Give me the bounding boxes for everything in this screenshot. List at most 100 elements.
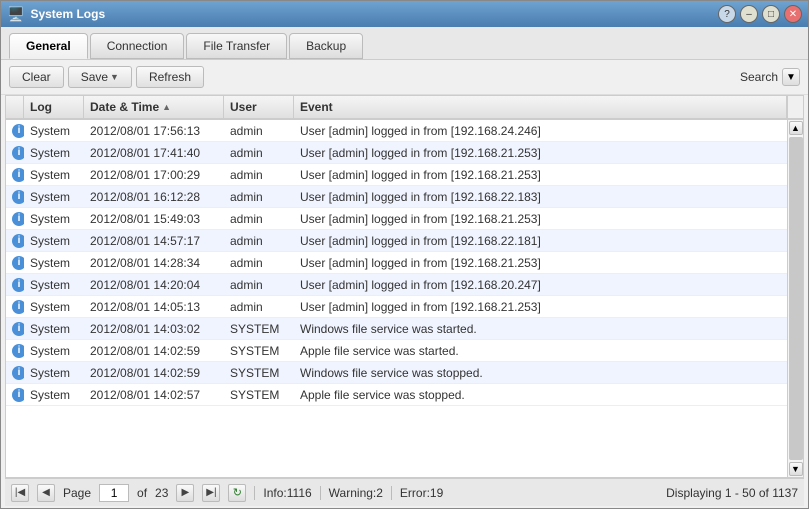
refresh-status-button[interactable]: ↻ bbox=[228, 484, 246, 502]
clear-button[interactable]: Clear bbox=[9, 66, 64, 88]
header-datetime[interactable]: Date & Time ▲ bbox=[84, 96, 224, 118]
cell-datetime: 2012/08/01 15:49:03 bbox=[84, 208, 224, 229]
table-row[interactable]: i System 2012/08/01 14:28:34 admin User … bbox=[6, 252, 787, 274]
page-of-label: of bbox=[137, 486, 147, 500]
save-button[interactable]: Save ▼ bbox=[68, 66, 132, 88]
table-row[interactable]: i System 2012/08/01 14:02:59 SYSTEM Wind… bbox=[6, 362, 787, 384]
table-row[interactable]: i System 2012/08/01 14:05:13 admin User … bbox=[6, 296, 787, 318]
table-row[interactable]: i System 2012/08/01 14:20:04 admin User … bbox=[6, 274, 787, 296]
tab-connection[interactable]: Connection bbox=[90, 33, 185, 59]
cell-user: admin bbox=[224, 252, 294, 273]
info-icon: i bbox=[12, 256, 24, 270]
separator-1 bbox=[254, 486, 255, 500]
cell-event: User [admin] logged in from [192.168.22.… bbox=[294, 230, 787, 251]
table-header: Log Date & Time ▲ User Event bbox=[6, 96, 803, 120]
table-row[interactable]: i System 2012/08/01 14:57:17 admin User … bbox=[6, 230, 787, 252]
cell-log: System bbox=[24, 318, 84, 339]
cell-event: User [admin] logged in from [192.168.24.… bbox=[294, 120, 787, 141]
title-bar-left: 🖥️ System Logs bbox=[7, 6, 105, 23]
cell-icon: i bbox=[6, 384, 24, 405]
search-label: Search bbox=[740, 70, 778, 84]
header-user[interactable]: User bbox=[224, 96, 294, 118]
table-row[interactable]: i System 2012/08/01 14:02:57 SYSTEM Appl… bbox=[6, 384, 787, 406]
cell-icon: i bbox=[6, 120, 24, 141]
table-row[interactable]: i System 2012/08/01 17:00:29 admin User … bbox=[6, 164, 787, 186]
display-range: Displaying 1 - 50 of 1137 bbox=[666, 486, 798, 500]
cell-user: admin bbox=[224, 186, 294, 207]
cell-icon: i bbox=[6, 318, 24, 339]
scroll-up-button[interactable]: ▲ bbox=[789, 121, 803, 135]
cell-log: System bbox=[24, 362, 84, 383]
table-row[interactable]: i System 2012/08/01 17:41:40 admin User … bbox=[6, 142, 787, 164]
separator-3 bbox=[391, 486, 392, 500]
table-row[interactable]: i System 2012/08/01 15:49:03 admin User … bbox=[6, 208, 787, 230]
scroll-down-button[interactable]: ▼ bbox=[789, 462, 803, 476]
info-icon: i bbox=[12, 366, 24, 380]
table-row[interactable]: i System 2012/08/01 16:12:28 admin User … bbox=[6, 186, 787, 208]
scroll-thumb[interactable] bbox=[789, 137, 803, 460]
first-page-button[interactable]: |◀ bbox=[11, 484, 29, 502]
minimize-button[interactable]: – bbox=[740, 5, 758, 23]
search-toggle-button[interactable]: ▼ bbox=[782, 68, 800, 86]
table-row[interactable]: i System 2012/08/01 14:03:02 SYSTEM Wind… bbox=[6, 318, 787, 340]
error-count: Error:19 bbox=[400, 486, 443, 500]
cell-event: User [admin] logged in from [192.168.21.… bbox=[294, 164, 787, 185]
refresh-button[interactable]: Refresh bbox=[136, 66, 204, 88]
header-log[interactable]: Log bbox=[24, 96, 84, 118]
scrollbar-header-spacer bbox=[787, 96, 803, 118]
cell-datetime: 2012/08/01 14:05:13 bbox=[84, 296, 224, 317]
sort-arrow-icon: ▲ bbox=[162, 102, 171, 112]
cell-log: System bbox=[24, 230, 84, 251]
cell-icon: i bbox=[6, 164, 24, 185]
info-count: Info:1116 bbox=[263, 486, 311, 500]
help-button[interactable]: ? bbox=[718, 5, 736, 23]
separator-2 bbox=[320, 486, 321, 500]
cell-log: System bbox=[24, 208, 84, 229]
close-button[interactable]: ✕ bbox=[784, 5, 802, 23]
cell-log: System bbox=[24, 274, 84, 295]
info-icon: i bbox=[12, 278, 24, 292]
table-row[interactable]: i System 2012/08/01 17:56:13 admin User … bbox=[6, 120, 787, 142]
info-icon: i bbox=[12, 124, 24, 138]
cell-event: Windows file service was stopped. bbox=[294, 362, 787, 383]
cell-icon: i bbox=[6, 208, 24, 229]
info-icon: i bbox=[12, 322, 24, 336]
tab-file-transfer[interactable]: File Transfer bbox=[186, 33, 287, 59]
cell-event: User [admin] logged in from [192.168.21.… bbox=[294, 142, 787, 163]
tab-backup[interactable]: Backup bbox=[289, 33, 363, 59]
cell-log: System bbox=[24, 384, 84, 405]
cell-event: User [admin] logged in from [192.168.20.… bbox=[294, 274, 787, 295]
status-bar: |◀ ◀ Page of 23 ▶ ▶| ↻ Info:1116 Warning… bbox=[5, 478, 804, 506]
prev-page-button[interactable]: ◀ bbox=[37, 484, 55, 502]
tab-bar: General Connection File Transfer Backup bbox=[1, 27, 808, 60]
cell-log: System bbox=[24, 164, 84, 185]
tab-general[interactable]: General bbox=[9, 33, 88, 59]
cell-log: System bbox=[24, 186, 84, 207]
cell-datetime: 2012/08/01 17:41:40 bbox=[84, 142, 224, 163]
page-input[interactable] bbox=[99, 484, 129, 502]
header-event[interactable]: Event bbox=[294, 96, 787, 118]
info-icon: i bbox=[12, 190, 24, 204]
cell-log: System bbox=[24, 296, 84, 317]
window-title: System Logs bbox=[30, 7, 105, 21]
cell-icon: i bbox=[6, 296, 24, 317]
header-icon bbox=[6, 96, 24, 118]
cell-icon: i bbox=[6, 142, 24, 163]
info-icon: i bbox=[12, 300, 24, 314]
cell-datetime: 2012/08/01 14:03:02 bbox=[84, 318, 224, 339]
info-icon: i bbox=[12, 146, 24, 160]
title-bar: 🖥️ System Logs ? – □ ✕ bbox=[1, 1, 808, 27]
scrollbar[interactable]: ▲ ▼ bbox=[787, 120, 803, 477]
next-page-button[interactable]: ▶ bbox=[176, 484, 194, 502]
cell-icon: i bbox=[6, 252, 24, 273]
page-total: 23 bbox=[155, 486, 168, 500]
cell-icon: i bbox=[6, 274, 24, 295]
maximize-button[interactable]: □ bbox=[762, 5, 780, 23]
cell-icon: i bbox=[6, 230, 24, 251]
cell-datetime: 2012/08/01 16:12:28 bbox=[84, 186, 224, 207]
table-row[interactable]: i System 2012/08/01 14:02:59 SYSTEM Appl… bbox=[6, 340, 787, 362]
last-page-button[interactable]: ▶| bbox=[202, 484, 220, 502]
cell-event: User [admin] logged in from [192.168.21.… bbox=[294, 296, 787, 317]
cell-user: admin bbox=[224, 164, 294, 185]
cell-datetime: 2012/08/01 14:02:57 bbox=[84, 384, 224, 405]
